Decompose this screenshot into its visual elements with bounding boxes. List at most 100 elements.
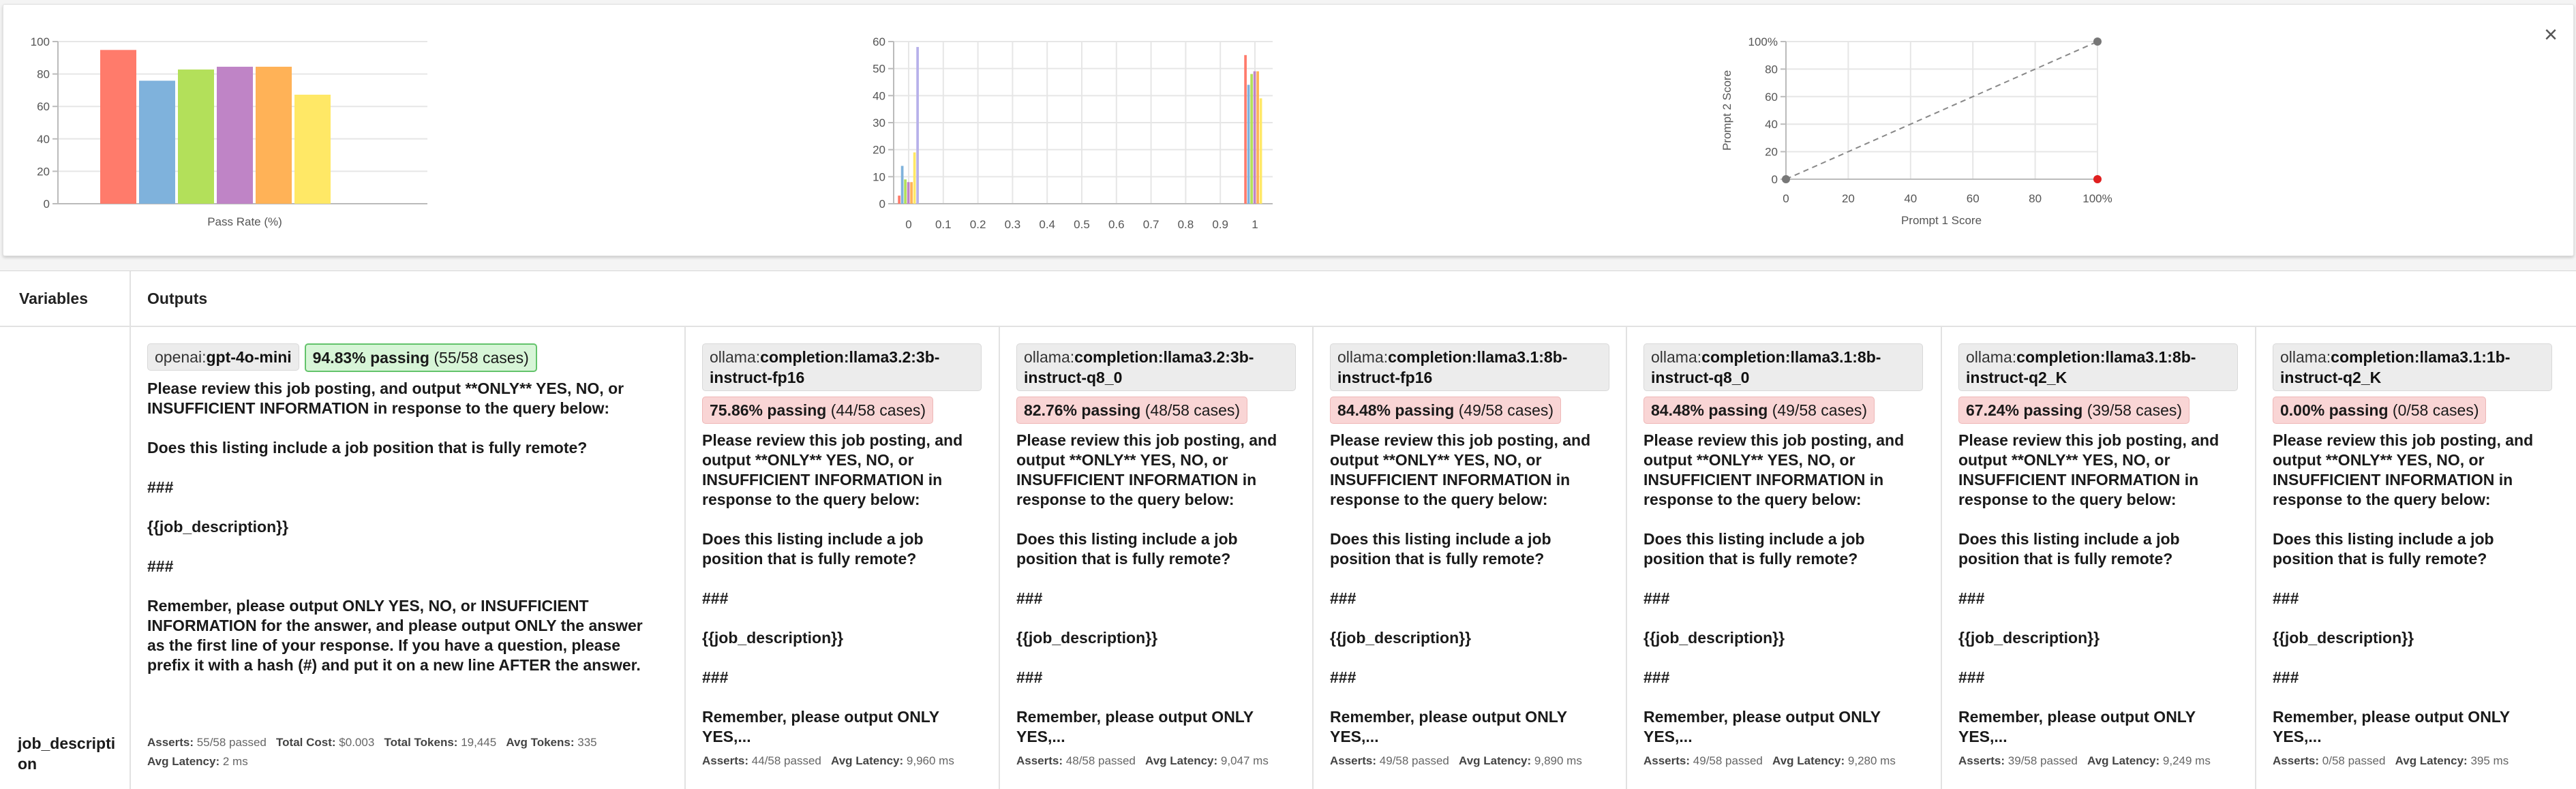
output-cell[interactable]: ollama:completion:llama3.2:3b-instruct-q… bbox=[1016, 343, 1296, 747]
cost-value: $0.003 bbox=[339, 736, 375, 749]
pass-percent: 75.86% passing bbox=[710, 401, 827, 419]
cell-divider bbox=[1312, 326, 1314, 789]
pass-rate-badge: 84.48% passing (49/58 cases) bbox=[1643, 397, 1875, 424]
bar bbox=[178, 69, 214, 204]
pass-rate-badge: 84.48% passing (49/58 cases) bbox=[1330, 397, 1562, 424]
histogram-bar bbox=[1244, 55, 1247, 204]
scatter-point bbox=[2093, 175, 2102, 183]
histogram-bar bbox=[1247, 84, 1250, 204]
prompt-text: Please review this job posting, and outp… bbox=[702, 431, 963, 745]
latency-value: 9,249 ms bbox=[2162, 754, 2211, 767]
output-stats: Asserts: 48/58 passed Avg Latency: 9,047… bbox=[1016, 752, 1296, 771]
scatter-point bbox=[2093, 37, 2102, 46]
scatter-point bbox=[1782, 175, 1790, 183]
asserts-label: Asserts: bbox=[1330, 754, 1377, 767]
latency-label: Avg Latency: bbox=[1145, 754, 1218, 767]
y-tick-label: 0 bbox=[879, 198, 885, 211]
output-cell[interactable]: ollama:completion:llama3.2:3b-instruct-f… bbox=[702, 343, 982, 747]
asserts-value: 39/58 passed bbox=[2007, 754, 2078, 767]
x-tick-label: 0.2 bbox=[970, 218, 986, 231]
x-tick-label: 0.5 bbox=[1074, 218, 1090, 231]
y-tick-label: 60 bbox=[873, 35, 885, 48]
y-tick-label: 60 bbox=[37, 100, 50, 113]
histogram-bar bbox=[916, 46, 919, 204]
asserts-value: 48/58 passed bbox=[1065, 754, 1136, 767]
pass-rate-badge: 75.86% passing (44/58 cases) bbox=[702, 397, 934, 424]
pass-count: (49/58 cases) bbox=[1772, 401, 1868, 419]
prompt-text: Please review this job posting, and outp… bbox=[147, 380, 643, 674]
provider-prefix: ollama: bbox=[1966, 348, 2017, 366]
output-cell[interactable]: ollama:completion:llama3.1:1b-instruct-q… bbox=[2273, 343, 2552, 747]
output-stats: Asserts: 39/58 passed Avg Latency: 9,249… bbox=[1958, 752, 2238, 771]
asserts-value: 49/58 passed bbox=[1379, 754, 1449, 767]
pass-count: (49/58 cases) bbox=[1458, 401, 1554, 419]
provider-tag: ollama:completion:llama3.1:8b-instruct-f… bbox=[1330, 343, 1609, 391]
y-tick-label: 50 bbox=[873, 63, 885, 76]
histogram-bar bbox=[900, 166, 904, 204]
prompt-text: Please review this job posting, and outp… bbox=[1016, 431, 1277, 745]
pass-count: (39/58 cases) bbox=[2087, 401, 2183, 419]
outputs-header[interactable]: Outputs bbox=[147, 271, 207, 326]
x-tick-label: 0 bbox=[905, 218, 911, 231]
pass-percent: 0.00% passing bbox=[2280, 401, 2389, 419]
avg-tokens-label: Avg Tokens: bbox=[506, 736, 575, 749]
y-tick-label: 30 bbox=[873, 117, 885, 129]
y-tick-label: 100 bbox=[31, 35, 50, 48]
cell-divider bbox=[1941, 326, 1942, 789]
x-tick-label: 0.3 bbox=[1005, 218, 1021, 231]
diagonal-line bbox=[1785, 41, 2098, 180]
output-cell[interactable]: openai:gpt-4o-mini 94.83% passing (55/58 … bbox=[147, 343, 658, 675]
cost-label: Total Cost: bbox=[276, 736, 336, 749]
x-tick-label: 0.1 bbox=[935, 218, 952, 231]
cell-divider bbox=[1626, 326, 1627, 789]
output-cell[interactable]: ollama:completion:llama3.1:8b-instruct-f… bbox=[1330, 343, 1609, 747]
variable-name: job_description bbox=[18, 734, 116, 773]
histogram-bar bbox=[1259, 98, 1262, 204]
y-tick-label: 20 bbox=[37, 165, 50, 178]
bar bbox=[256, 66, 292, 204]
histogram-bar bbox=[904, 179, 907, 204]
x-tick-label: 0 bbox=[1783, 192, 1789, 205]
latency-label: Avg Latency: bbox=[831, 754, 904, 767]
pass-rate-badge: 67.24% passing (39/58 cases) bbox=[1958, 397, 2190, 424]
histogram-bar bbox=[1253, 71, 1256, 204]
histogram-bar bbox=[1250, 74, 1253, 204]
x-tick-label: 0.9 bbox=[1212, 218, 1228, 231]
pass-percent: 67.24% passing bbox=[1966, 401, 2083, 419]
provider-prefix: ollama: bbox=[710, 348, 761, 366]
histogram-bar bbox=[913, 152, 916, 204]
provider-model: gpt-4o-mini bbox=[206, 348, 292, 366]
latency-value: 9,960 ms bbox=[906, 754, 954, 767]
provider-prefix: ollama: bbox=[1024, 348, 1075, 366]
output-stats: Asserts: 0/58 passed Avg Latency: 395 ms bbox=[2273, 752, 2552, 771]
prompt-text: Please review this job posting, and outp… bbox=[1958, 431, 2219, 745]
close-icon[interactable]: × bbox=[2536, 20, 2566, 50]
asserts-value: 44/58 passed bbox=[751, 754, 821, 767]
x-tick-label: 40 bbox=[1904, 192, 1917, 205]
output-cell[interactable]: ollama:completion:llama3.1:8b-instruct-q… bbox=[1643, 343, 1923, 747]
pass-count: (0/58 cases) bbox=[2392, 401, 2479, 419]
column-divider bbox=[130, 271, 131, 789]
pass-rate-badge: 94.83% passing (55/58 cases) bbox=[304, 343, 537, 372]
provider-prefix: ollama: bbox=[1337, 348, 1389, 366]
asserts-label: Asserts: bbox=[147, 736, 194, 749]
histogram-bar bbox=[910, 182, 913, 204]
provider-tag: ollama:completion:llama3.2:3b-instruct-q… bbox=[1016, 343, 1296, 391]
x-tick-label: 20 bbox=[1842, 192, 1855, 205]
asserts-label: Asserts: bbox=[1958, 754, 2005, 767]
y-tick-label: 100% bbox=[1748, 35, 1778, 48]
variables-header[interactable]: Variables bbox=[19, 271, 88, 326]
output-cell[interactable]: ollama:completion:llama3.1:8b-instruct-q… bbox=[1958, 343, 2238, 747]
prompt-text: Please review this job posting, and outp… bbox=[1643, 431, 1905, 745]
provider-tag: openai:gpt-4o-mini bbox=[147, 343, 299, 371]
pass-percent: 82.76% passing bbox=[1024, 401, 1141, 419]
asserts-value: 0/58 passed bbox=[2322, 754, 2386, 767]
tokens-label: Total Tokens: bbox=[384, 736, 458, 749]
x-tick-label: 0.4 bbox=[1039, 218, 1055, 231]
output-stats: Asserts: 49/58 passed Avg Latency: 9,280… bbox=[1643, 752, 1923, 771]
bar bbox=[217, 66, 253, 204]
x-tick-label: 0.7 bbox=[1143, 218, 1160, 231]
y-tick-label: 80 bbox=[37, 68, 50, 81]
header-divider bbox=[0, 326, 2576, 327]
provider-prefix: openai: bbox=[155, 348, 207, 366]
